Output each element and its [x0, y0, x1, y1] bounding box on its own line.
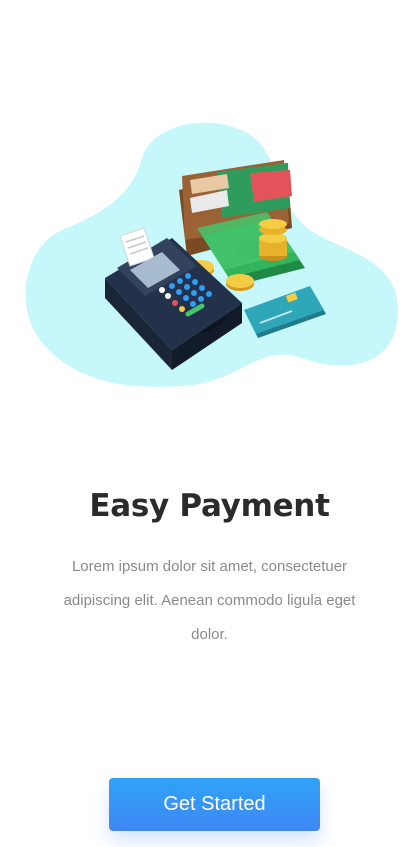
- blob-shape: [25, 122, 399, 387]
- description-text: Lorem ipsum dolor sit amet, consectetuer…: [63, 558, 356, 643]
- get-started-button[interactable]: Get Started: [109, 778, 320, 831]
- payment-illustration: [22, 118, 402, 393]
- page-title: Easy Payment: [89, 488, 330, 524]
- coin-stack-icon: [259, 219, 287, 261]
